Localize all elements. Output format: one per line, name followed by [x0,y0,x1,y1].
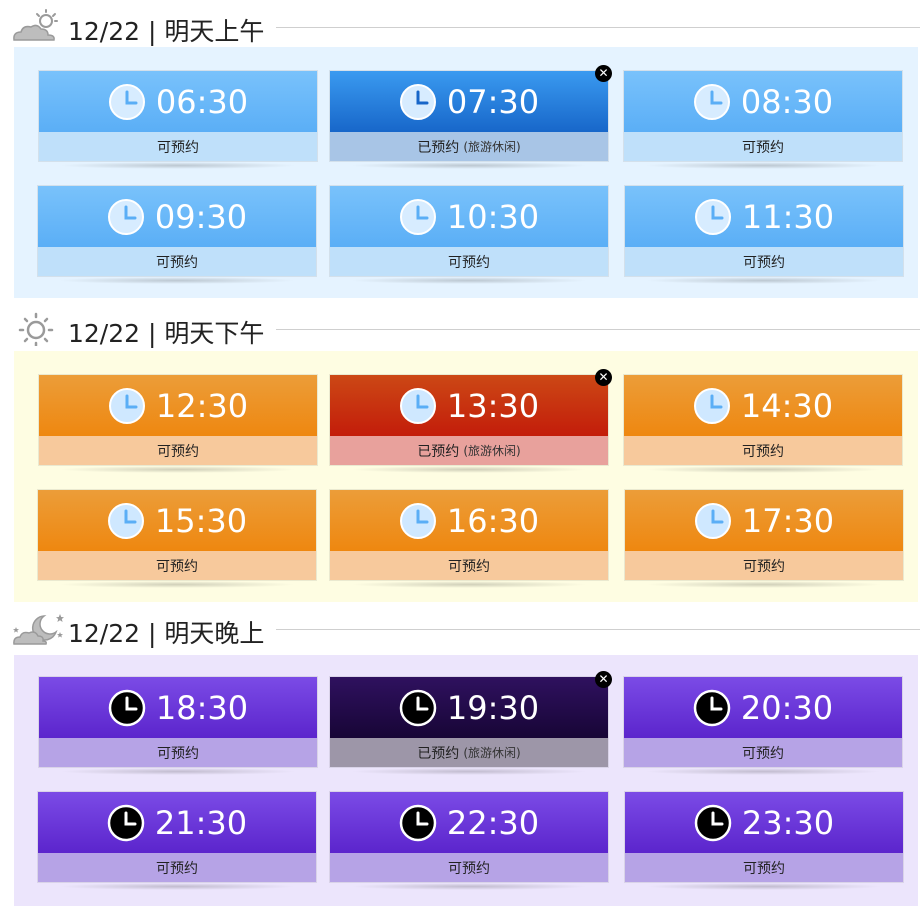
clock-icon [399,503,436,539]
slot-status: 可预约 [742,139,784,156]
time-slot-2030[interactable]: 20:30 可预约 [623,676,903,775]
cloud-moon-stars-icon [13,614,64,645]
time-slot-0830[interactable]: 08:30 可预约 [623,70,903,169]
slot-time: 08:30 [740,83,834,121]
section-title: 12/22 | 明天晚上 [68,619,265,648]
clock-icon [693,84,730,120]
time-slot-1830[interactable]: 18:30 可预约 [38,676,318,775]
time-slot-2130[interactable]: 21:30 可预约 [37,791,317,890]
section-divider [276,27,920,28]
time-slot-1130[interactable]: 11:30 可预约 [624,185,904,284]
slot-time: 09:30 [154,198,248,236]
slot-time: 16:30 [446,502,540,540]
slot-status: 可预约 [743,558,785,575]
clock-icon [108,84,145,120]
slot-time: 23:30 [741,804,835,842]
section-divider [276,329,920,330]
slot-status: 可预约 [742,745,784,762]
slot-status: 可预约 [157,443,199,460]
slot-time: 21:30 [154,804,248,842]
cancel-booking-1930-close-icon[interactable]: ✕ [595,671,612,688]
slot-time: 10:30 [446,198,540,236]
slot-status: 可预约 [743,254,785,271]
slot-time: 15:30 [154,502,248,540]
clock-icon [694,804,732,842]
time-slot-1730[interactable]: 17:30 可预约 [624,489,904,588]
morning-panel: 06:30 可预约 07:30 已预约 (旅游休闲) 08:30 可预约 09:3… [14,47,918,298]
slot-time: 06:30 [155,83,249,121]
slot-time: 07:30 [446,83,540,121]
time-slot-1530[interactable]: 15:30 可预约 [37,489,317,588]
slot-status: 可预约 [156,860,198,877]
time-slot-2330[interactable]: 23:30 可预约 [624,791,904,890]
slot-time: 19:30 [446,689,540,727]
slot-status: 已预约 [417,443,460,460]
slot-time: 14:30 [740,387,834,425]
slot-status: 可预约 [156,558,198,575]
clock-icon [108,689,146,727]
slot-status: 可预约 [156,254,198,271]
clock-icon [107,503,144,539]
section-title: 12/22 | 明天上午 [68,17,265,46]
section-divider [276,629,920,630]
slot-time: 22:30 [446,804,540,842]
cloud-sun-icon [13,9,58,41]
section-header-evening: 12/22 | 明天晚上 [0,608,924,648]
clock-icon [694,503,731,539]
time-slot-1630[interactable]: 16:30 可预约 [329,489,609,588]
time-slot-0930[interactable]: 09:30 可预约 [37,185,317,284]
slot-status: 可预约 [742,443,784,460]
section-header-afternoon: 12/22 | 明天下午 [0,308,924,348]
clock-icon [694,199,731,235]
clock-icon [399,84,436,120]
slot-time: 18:30 [155,689,249,727]
cancel-booking-1330-close-icon[interactable]: ✕ [595,369,612,386]
time-slot-1230[interactable]: 12:30 可预约 [38,374,318,473]
slot-status: 可预约 [448,860,490,877]
cancel-booking-0730-close-icon[interactable]: ✕ [595,65,612,82]
time-slot-0630[interactable]: 06:30 可预约 [38,70,318,169]
time-slot-1330[interactable]: 13:30 已预约 (旅游休闲) [329,374,609,473]
clock-icon [693,689,731,727]
slot-time: 11:30 [741,198,835,236]
slot-note: (旅游休闲) [463,140,521,154]
time-slot-1030[interactable]: 10:30 可预约 [329,185,609,284]
slot-status: 可预约 [448,254,490,271]
clock-icon [399,388,436,424]
slot-note: (旅游休闲) [463,444,521,458]
time-slot-1930[interactable]: 19:30 已预约 (旅游休闲) [329,676,609,775]
time-slot-0730[interactable]: 07:30 已预约 (旅游休闲) [329,70,609,169]
slot-status: 可预约 [448,558,490,575]
clock-icon [399,804,437,842]
time-slot-1430[interactable]: 14:30 可预约 [623,374,903,473]
sun-icon [18,312,54,346]
section-title: 12/22 | 明天下午 [68,319,265,348]
slot-time: 17:30 [741,502,835,540]
clock-icon [399,689,437,727]
section-header-morning: 12/22 | 明天上午 [0,6,924,46]
slot-status: 已预约 [417,745,460,762]
evening-panel: 18:30 可预约 19:30 已预约 (旅游休闲) 20:30 可预约 21:3… [14,655,918,906]
clock-icon [107,199,144,235]
clock-icon [399,199,436,235]
slot-time: 13:30 [446,387,540,425]
slot-status: 可预约 [157,745,199,762]
slot-status: 已预约 [417,139,460,156]
slot-time: 12:30 [155,387,249,425]
afternoon-panel: 12:30 可预约 13:30 已预约 (旅游休闲) 14:30 可预约 15:3… [14,351,918,602]
clock-icon [108,388,145,424]
slot-status: 可预约 [743,860,785,877]
time-slot-2230[interactable]: 22:30 可预约 [329,791,609,890]
slot-status: 可预约 [157,139,199,156]
slot-time: 20:30 [740,689,834,727]
clock-icon [693,388,730,424]
slot-note: (旅游休闲) [463,746,521,760]
clock-icon [107,804,145,842]
